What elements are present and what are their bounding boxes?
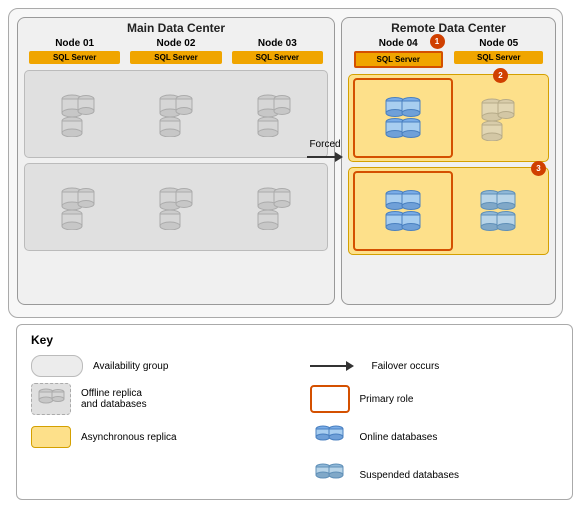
replica-cell-1-2 bbox=[127, 91, 225, 137]
legend-shape-suspended bbox=[310, 459, 350, 491]
legend-shape-online bbox=[310, 421, 350, 453]
node-05-label: Node 05 bbox=[479, 38, 518, 49]
legend-grid: Availability group Failover occurs bbox=[31, 355, 558, 491]
legend-title: Key bbox=[31, 333, 558, 347]
node-01-label: Node 01 bbox=[55, 38, 94, 49]
legend-shape-failover bbox=[310, 361, 362, 371]
replica-cell-1-1 bbox=[29, 91, 127, 137]
main-data-center: Main Data Center Node 01 SQL Server Node… bbox=[17, 17, 335, 305]
remote-replica-row-2: 3 bbox=[348, 167, 549, 255]
forced-arrow-graphic bbox=[307, 152, 343, 162]
remote-replica-cell-1-1 bbox=[353, 78, 453, 158]
circle-1: 1 bbox=[430, 34, 445, 49]
node-05-sql: SQL Server bbox=[454, 51, 543, 64]
node-02-label: Node 02 bbox=[157, 38, 196, 49]
legend-text-offline: Offline replicaand databases bbox=[81, 388, 147, 410]
forced-arrow: Forced bbox=[307, 139, 343, 162]
node-04: 1 Node 04 SQL Server bbox=[350, 38, 447, 68]
legend-item-primary: Primary role bbox=[310, 383, 559, 415]
remote-replica-cell-2-2 bbox=[453, 187, 545, 235]
legend-text-failover: Failover occurs bbox=[372, 361, 440, 372]
replica-cell-2-1 bbox=[29, 184, 127, 230]
legend-item-online: Online databases bbox=[310, 421, 559, 453]
remote-nodes-row: 1 Node 04 SQL Server Node 05 SQL Server bbox=[342, 38, 555, 68]
main-dc-label: Main Data Center bbox=[18, 18, 334, 38]
legend-item-suspended: Suspended databases bbox=[310, 459, 559, 491]
node-02: Node 02 SQL Server bbox=[125, 38, 226, 64]
legend-text-availability: Availability group bbox=[93, 361, 168, 372]
circle-3: 3 bbox=[531, 161, 546, 176]
replica-cell-2-3 bbox=[225, 184, 323, 230]
legend: Key Availability group Failover occurs bbox=[16, 324, 573, 500]
legend-text-async: Asynchronous replica bbox=[81, 432, 177, 443]
main-replica-row-1 bbox=[24, 70, 328, 158]
node-03: Node 03 SQL Server bbox=[227, 38, 328, 64]
node-01-sql: SQL Server bbox=[29, 51, 120, 64]
circle-2: 2 bbox=[493, 68, 508, 83]
node-05: Node 05 SQL Server bbox=[451, 38, 548, 68]
node-02-sql: SQL Server bbox=[130, 51, 221, 64]
main-nodes-row: Node 01 SQL Server Node 02 SQL Server No… bbox=[18, 38, 334, 64]
legend-shape-async bbox=[31, 426, 71, 448]
legend-item-failover: Failover occurs bbox=[310, 355, 559, 377]
legend-item-availability: Availability group bbox=[31, 355, 280, 377]
legend-item-async: Asynchronous replica bbox=[31, 421, 280, 453]
legend-text-online: Online databases bbox=[360, 432, 438, 443]
replica-cell-1-3 bbox=[225, 91, 323, 137]
remote-data-center: Remote Data Center 1 Node 04 SQL Server … bbox=[341, 17, 556, 305]
remote-replica-row-1: 2 bbox=[348, 74, 549, 162]
node-04-sql: SQL Server bbox=[354, 51, 443, 68]
legend-text-primary: Primary role bbox=[360, 394, 414, 405]
legend-shape-availability bbox=[31, 355, 83, 377]
node-03-sql: SQL Server bbox=[232, 51, 323, 64]
remote-dc-label: Remote Data Center bbox=[342, 18, 555, 38]
node-04-label: Node 04 bbox=[379, 38, 418, 49]
forced-label: Forced bbox=[309, 139, 340, 150]
diagram-container: Main Data Center Node 01 SQL Server Node… bbox=[0, 0, 575, 520]
legend-item-offline: Offline replicaand databases bbox=[31, 383, 280, 415]
node-03-label: Node 03 bbox=[258, 38, 297, 49]
remote-replica-cell-2-1 bbox=[353, 171, 453, 251]
replica-cell-2-2 bbox=[127, 184, 225, 230]
legend-shape-primary bbox=[310, 385, 350, 413]
remote-replica-cell-1-2 bbox=[453, 95, 545, 141]
main-replica-row-2 bbox=[24, 163, 328, 251]
legend-shape-offline bbox=[31, 383, 71, 415]
legend-text-suspended: Suspended databases bbox=[360, 470, 460, 481]
diagram-area: Main Data Center Node 01 SQL Server Node… bbox=[8, 8, 563, 318]
node-01: Node 01 SQL Server bbox=[24, 38, 125, 64]
